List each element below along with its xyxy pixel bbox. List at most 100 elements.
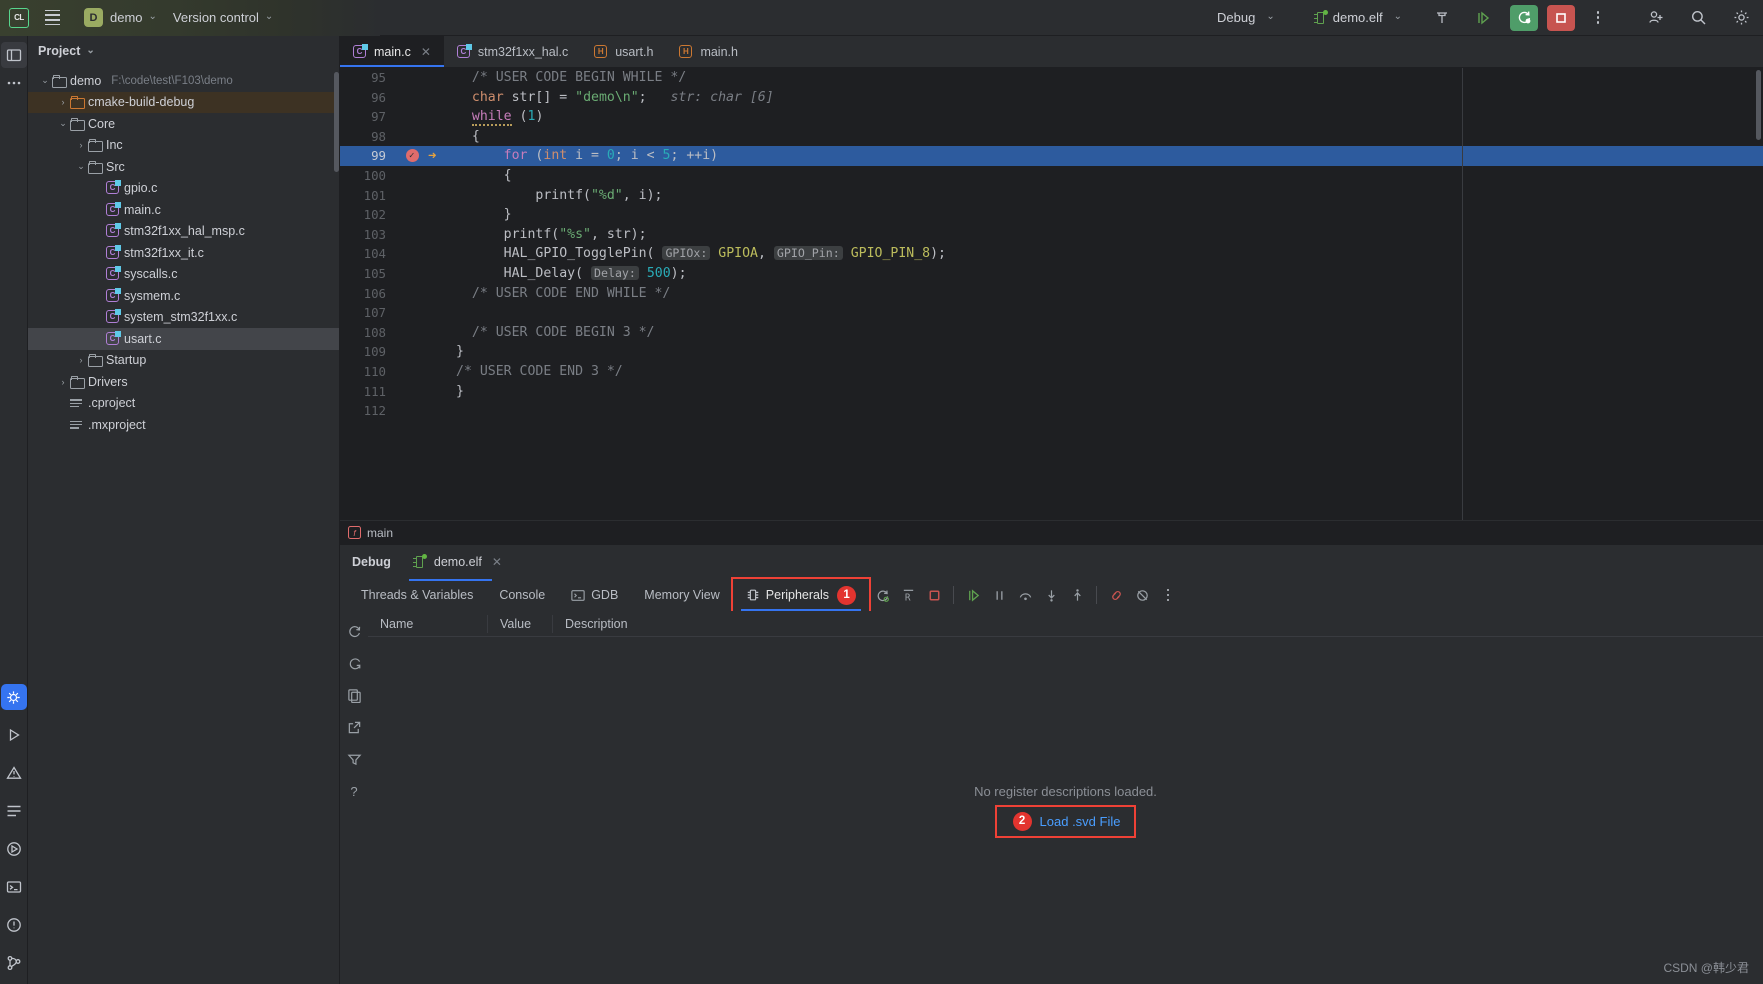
editor-tab-stm32f1xx-hal-c[interactable]: Cstm32f1xx_hal.c: [444, 36, 581, 67]
add-user-icon[interactable]: [1641, 5, 1669, 31]
code-line-104[interactable]: 104 HAL_GPIO_TogglePin( GPIOx: GPIOA, GP…: [340, 244, 1763, 264]
line-gutter[interactable]: [398, 186, 442, 206]
project-window-icon[interactable]: [0, 42, 27, 68]
chevron-down-icon[interactable]: ⌄: [74, 161, 88, 172]
code-line-103[interactable]: 103 printf("%s", str);: [340, 225, 1763, 245]
breadcrumb[interactable]: f main: [340, 520, 1763, 544]
code-line-112[interactable]: 112: [340, 401, 1763, 421]
source-code[interactable]: 95 /* USER CODE BEGIN WHILE */96 char st…: [340, 68, 1763, 421]
line-gutter[interactable]: [398, 244, 442, 264]
line-gutter[interactable]: [398, 362, 442, 382]
view-breakpoints-icon[interactable]: [1129, 583, 1155, 607]
tree-item--mxproject[interactable]: ›.mxproject: [28, 414, 339, 436]
line-gutter[interactable]: [398, 303, 442, 323]
tree-item--cproject[interactable]: ›.cproject: [28, 393, 339, 415]
refresh-icon[interactable]: [341, 619, 367, 643]
debug-window-icon[interactable]: [0, 684, 27, 710]
step-into-icon[interactable]: [1038, 583, 1064, 607]
step-out-icon[interactable]: [1064, 583, 1090, 607]
debug-tab-memory-view[interactable]: Memory View: [631, 579, 732, 611]
code-line-107[interactable]: 107: [340, 303, 1763, 323]
more-vertical-icon[interactable]: [1155, 583, 1181, 607]
tree-item-main-c[interactable]: ›Cmain.c: [28, 199, 339, 221]
line-gutter[interactable]: ➜: [398, 146, 442, 167]
line-gutter[interactable]: [398, 88, 442, 108]
editor-tab-main-h[interactable]: Hmain.h: [666, 36, 751, 67]
stop-icon[interactable]: [1547, 4, 1575, 31]
line-gutter[interactable]: [398, 127, 442, 147]
tree-item-stm32f1xx-it-c[interactable]: ›Cstm32f1xx_it.c: [28, 242, 339, 264]
tree-item-usart-c[interactable]: ›Cusart.c: [28, 328, 339, 350]
target-selector[interactable]: demo.elf ⌄: [1307, 7, 1409, 28]
debug-tab-gdb[interactable]: GDB: [558, 579, 631, 611]
close-icon[interactable]: ✕: [492, 555, 502, 569]
tree-item-demo[interactable]: ⌄ demo F:\code\test\F103\demo: [28, 70, 339, 92]
build-hammer-icon[interactable]: [1428, 5, 1456, 31]
breakpoint-icon[interactable]: [406, 147, 419, 167]
help-icon[interactable]: ?: [341, 779, 367, 803]
notifications-icon[interactable]: [1, 912, 27, 938]
chevron-right-icon[interactable]: ›: [56, 97, 70, 107]
main-menu-icon[interactable]: [39, 5, 65, 31]
chevron-down-icon[interactable]: ⌄: [56, 118, 70, 129]
project-selector[interactable]: D demo ⌄: [77, 5, 164, 30]
editor-tab-usart-h[interactable]: Husart.h: [581, 36, 666, 67]
problems-icon[interactable]: [1, 760, 27, 786]
terminal-icon[interactable]: [1, 874, 27, 900]
code-line-98[interactable]: 98 {: [340, 127, 1763, 147]
run-configuration-selector[interactable]: Debug ⌄: [1210, 7, 1282, 28]
column-header-description[interactable]: Description: [553, 611, 1763, 637]
pause-icon[interactable]: [986, 583, 1012, 607]
todo-icon[interactable]: [1, 798, 27, 824]
debug-restart-icon[interactable]: [1510, 4, 1538, 31]
version-control-menu[interactable]: Version control ⌄: [166, 7, 280, 28]
code-line-95[interactable]: 95 /* USER CODE BEGIN WHILE */: [340, 68, 1763, 88]
chevron-right-icon[interactable]: ›: [74, 355, 88, 365]
line-gutter[interactable]: [398, 284, 442, 304]
debug-tab-console[interactable]: Console: [486, 579, 558, 611]
line-gutter[interactable]: [398, 264, 442, 284]
tree-item-drivers[interactable]: › Drivers: [28, 371, 339, 393]
debug-tab-peripherals[interactable]: Peripherals 1: [730, 577, 872, 613]
code-line-105[interactable]: 105 HAL_Delay( Delay: 500);: [340, 264, 1763, 284]
step-over-icon[interactable]: [1012, 583, 1038, 607]
copy-icon[interactable]: [341, 683, 367, 707]
code-viewport[interactable]: 95 /* USER CODE BEGIN WHILE */96 char st…: [340, 68, 1763, 520]
project-pane-header[interactable]: Project ⌄: [28, 36, 339, 66]
tree-item-gpio-c[interactable]: ›Cgpio.c: [28, 178, 339, 200]
export-icon[interactable]: [341, 715, 367, 739]
code-line-108[interactable]: 108 /* USER CODE BEGIN 3 */: [340, 323, 1763, 343]
code-line-101[interactable]: 101 printf("%d", i);: [340, 186, 1763, 206]
run-icon[interactable]: [1469, 5, 1497, 31]
code-line-97[interactable]: 97 while (1): [340, 107, 1763, 127]
chevron-right-icon[interactable]: ›: [74, 140, 88, 150]
close-icon[interactable]: ✕: [421, 45, 431, 59]
code-line-110[interactable]: 110 /* USER CODE END 3 */: [340, 362, 1763, 382]
stop-icon[interactable]: [921, 583, 947, 607]
rerun-icon[interactable]: [869, 583, 895, 607]
more-vertical-icon[interactable]: [1584, 5, 1612, 31]
code-line-96[interactable]: 96 char str[] = "demo\n"; str: char [6]: [340, 88, 1763, 108]
line-gutter[interactable]: [398, 382, 442, 402]
debug-tab-strip[interactable]: Threads & Variables Console GDB Memory View…: [340, 577, 1763, 613]
settings-gear-icon[interactable]: [1727, 5, 1755, 31]
code-line-102[interactable]: 102 }: [340, 205, 1763, 225]
debug-tab-threads-variables[interactable]: Threads & Variables: [348, 579, 486, 611]
tree-item-core[interactable]: ⌄ Core: [28, 113, 339, 135]
code-line-99[interactable]: 99 ➜ for (int i = 0; i < 5; ++i): [340, 146, 1763, 167]
line-gutter[interactable]: [398, 401, 442, 421]
load-svd-file-link[interactable]: Load .svd File: [1040, 814, 1121, 829]
git-branch-icon[interactable]: [1, 950, 27, 976]
tree-item-system-stm32f1xx-c[interactable]: ›Csystem_stm32f1xx.c: [28, 307, 339, 329]
chevron-right-icon[interactable]: ›: [56, 377, 70, 387]
tree-item-startup[interactable]: › Startup: [28, 350, 339, 372]
line-gutter[interactable]: [398, 68, 442, 88]
tree-item-cmake-build-debug[interactable]: › cmake-build-debug: [28, 91, 339, 113]
more-tool-windows-icon[interactable]: [1, 70, 27, 96]
column-header-value[interactable]: Value: [488, 611, 553, 637]
code-line-111[interactable]: 111}: [340, 382, 1763, 402]
run-window-icon[interactable]: [1, 722, 27, 748]
resume-icon[interactable]: [960, 583, 986, 607]
mute-breakpoints-icon[interactable]: [1103, 583, 1129, 607]
tree-item-inc[interactable]: › Inc: [28, 135, 339, 157]
